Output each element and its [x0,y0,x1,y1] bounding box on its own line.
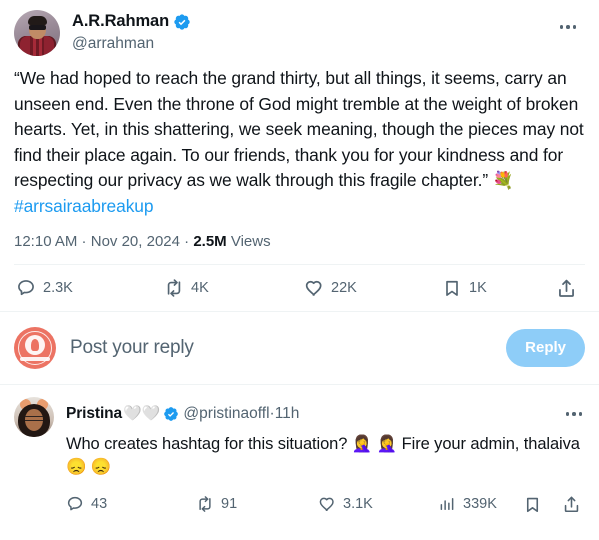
share-icon [559,279,574,297]
retweet-icon [167,279,181,297]
main-tweet-header: A.R.Rahman @arrahman [14,10,585,56]
reply-text: Who creates hashtag for this situation? … [66,435,580,476]
author-block: A.R.Rahman @arrahman [72,10,551,54]
white-heart-emoji: 🤍🤍 [123,405,161,422]
main-tweet-actions: 2.3K 4K 22K 1K [14,265,585,311]
comment-icon [18,280,34,296]
reply-input[interactable]: Post your reply [70,337,506,359]
reply-views-count: 339K [463,496,497,512]
bookmark-icon [526,497,539,512]
avatar[interactable] [14,397,54,437]
author-handle[interactable]: @arrahman [72,33,551,54]
reply-actions: 43 91 3.1K 339K [66,485,585,523]
post-time: 12:10 AM [14,233,78,250]
reply-retweet-count: 91 [221,496,238,512]
verified-badge-icon [164,407,179,421]
views-label[interactable]: Views [231,233,271,250]
tweet-text: “We had hoped to reach the grand thirty,… [14,66,585,219]
reply-more-button[interactable] [557,397,591,431]
author-name[interactable]: A.R.Rahman [72,11,169,32]
author-name-row: A.R.Rahman [72,11,551,32]
bookmark-icon [446,280,458,296]
reply-post: Pristina 🤍🤍 @pristinaoffl · 11h Who crea… [0,385,599,529]
reply-header: Pristina 🤍🤍 @pristinaoffl · 11h [66,397,585,431]
reply-body: Pristina 🤍🤍 @pristinaoffl · 11h Who crea… [66,397,585,523]
share-icon [564,496,579,512]
retweet-action[interactable]: 91 [196,495,318,513]
bookmark-action[interactable] [523,495,542,514]
tweet-metadata: 12:10 AM · Nov 20, 2024 · 2.5M Views [14,232,585,252]
bookmark-count: 1K [469,280,487,296]
reply-action[interactable]: 2.3K [16,278,164,298]
main-tweet-more-button[interactable] [551,10,585,44]
share-action[interactable] [562,495,585,514]
retweet-count: 4K [191,280,209,296]
more-horizontal-icon [559,25,577,29]
heart-icon [319,497,334,511]
meta-sep-2: · [179,233,194,250]
main-tweet: A.R.Rahman @arrahman “We had hoped to re… [0,0,599,311]
comment-icon [67,496,83,511]
views-count[interactable]: 2.5M [193,233,226,250]
reply-author-name[interactable]: Pristina [66,404,122,424]
reply-button[interactable]: Reply [506,329,585,367]
like-action[interactable]: 3.1K [318,495,438,513]
hashtag-link[interactable]: #arrsairaabreakup [14,196,154,216]
views-action[interactable]: 339K [438,495,497,513]
analytics-icon [440,498,454,510]
reply-composer[interactable]: Post your reply Reply [0,312,599,384]
meta-sep-1: · [77,233,91,250]
verified-badge-icon [174,13,190,30]
retweet-icon [199,496,211,512]
like-count: 22K [331,280,357,296]
avatar[interactable] [14,10,60,56]
reply-author-handle[interactable]: @pristinaoffl [183,404,269,424]
reply-timestamp[interactable]: 11h [275,404,300,424]
share-action[interactable] [556,278,583,299]
reply-reply-count: 43 [91,496,108,512]
like-action[interactable]: 22K [304,278,442,298]
reply-action[interactable]: 43 [66,495,196,513]
bouquet-emoji: 💐 [492,171,514,190]
bookmark-action[interactable]: 1K [442,278,487,298]
heart-icon [305,280,322,296]
post-date: Nov 20, 2024 [90,233,180,250]
retweet-action[interactable]: 4K [164,278,304,298]
avatar[interactable] [14,327,56,369]
more-horizontal-icon [565,412,583,416]
reply-like-count: 3.1K [343,496,373,512]
reply-count: 2.3K [43,280,73,296]
tweet-detail-page: A.R.Rahman @arrahman “We had hoped to re… [0,0,599,540]
